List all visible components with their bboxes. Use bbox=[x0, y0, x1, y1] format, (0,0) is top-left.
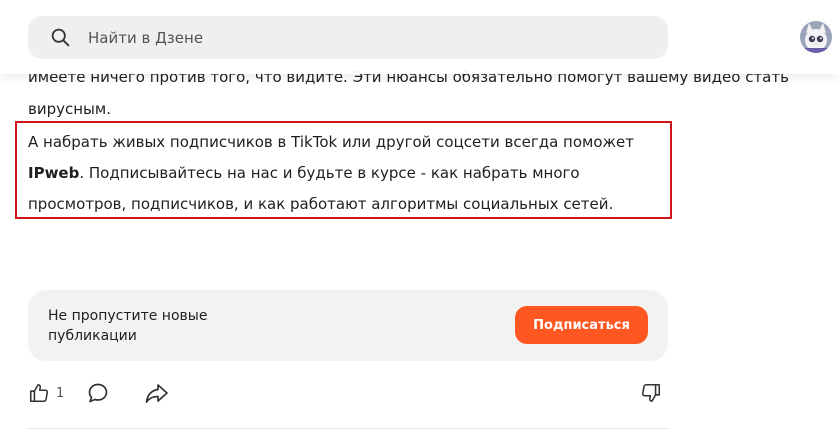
comment-button[interactable] bbox=[86, 378, 110, 408]
share-icon bbox=[145, 384, 168, 403]
thumbs-down-icon bbox=[641, 383, 661, 403]
search-icon[interactable] bbox=[50, 27, 71, 48]
search-input[interactable] bbox=[88, 16, 648, 59]
cat-avatar-icon bbox=[800, 21, 832, 53]
divider bbox=[28, 428, 668, 429]
like-count: 1 bbox=[56, 385, 65, 401]
comment-icon bbox=[88, 383, 108, 403]
like-button[interactable]: 1 bbox=[28, 378, 64, 408]
avatar[interactable] bbox=[800, 21, 832, 53]
top-header bbox=[0, 0, 839, 74]
actions-row: 1 bbox=[28, 378, 668, 410]
dislike-button[interactable] bbox=[640, 378, 662, 408]
highlighted-paragraph: А набрать живых подписчиков в TikTok или… bbox=[28, 127, 668, 220]
subscribe-prompt: Не пропустите новые публикации bbox=[48, 308, 208, 344]
subscribe-card: Не пропустите новые публикации Подписать… bbox=[28, 290, 668, 361]
share-button[interactable] bbox=[144, 378, 170, 408]
search-bar[interactable] bbox=[28, 16, 668, 59]
paragraph-text-end: . Подписывайтесь на нас и будьте в курсе… bbox=[28, 164, 614, 213]
thumbs-up-icon bbox=[29, 383, 49, 403]
brand-name: IPweb bbox=[28, 164, 80, 182]
paragraph-text-start: А набрать живых подписчиков в TikTok или… bbox=[28, 133, 634, 151]
subscribe-button[interactable]: Подписаться bbox=[515, 306, 648, 344]
